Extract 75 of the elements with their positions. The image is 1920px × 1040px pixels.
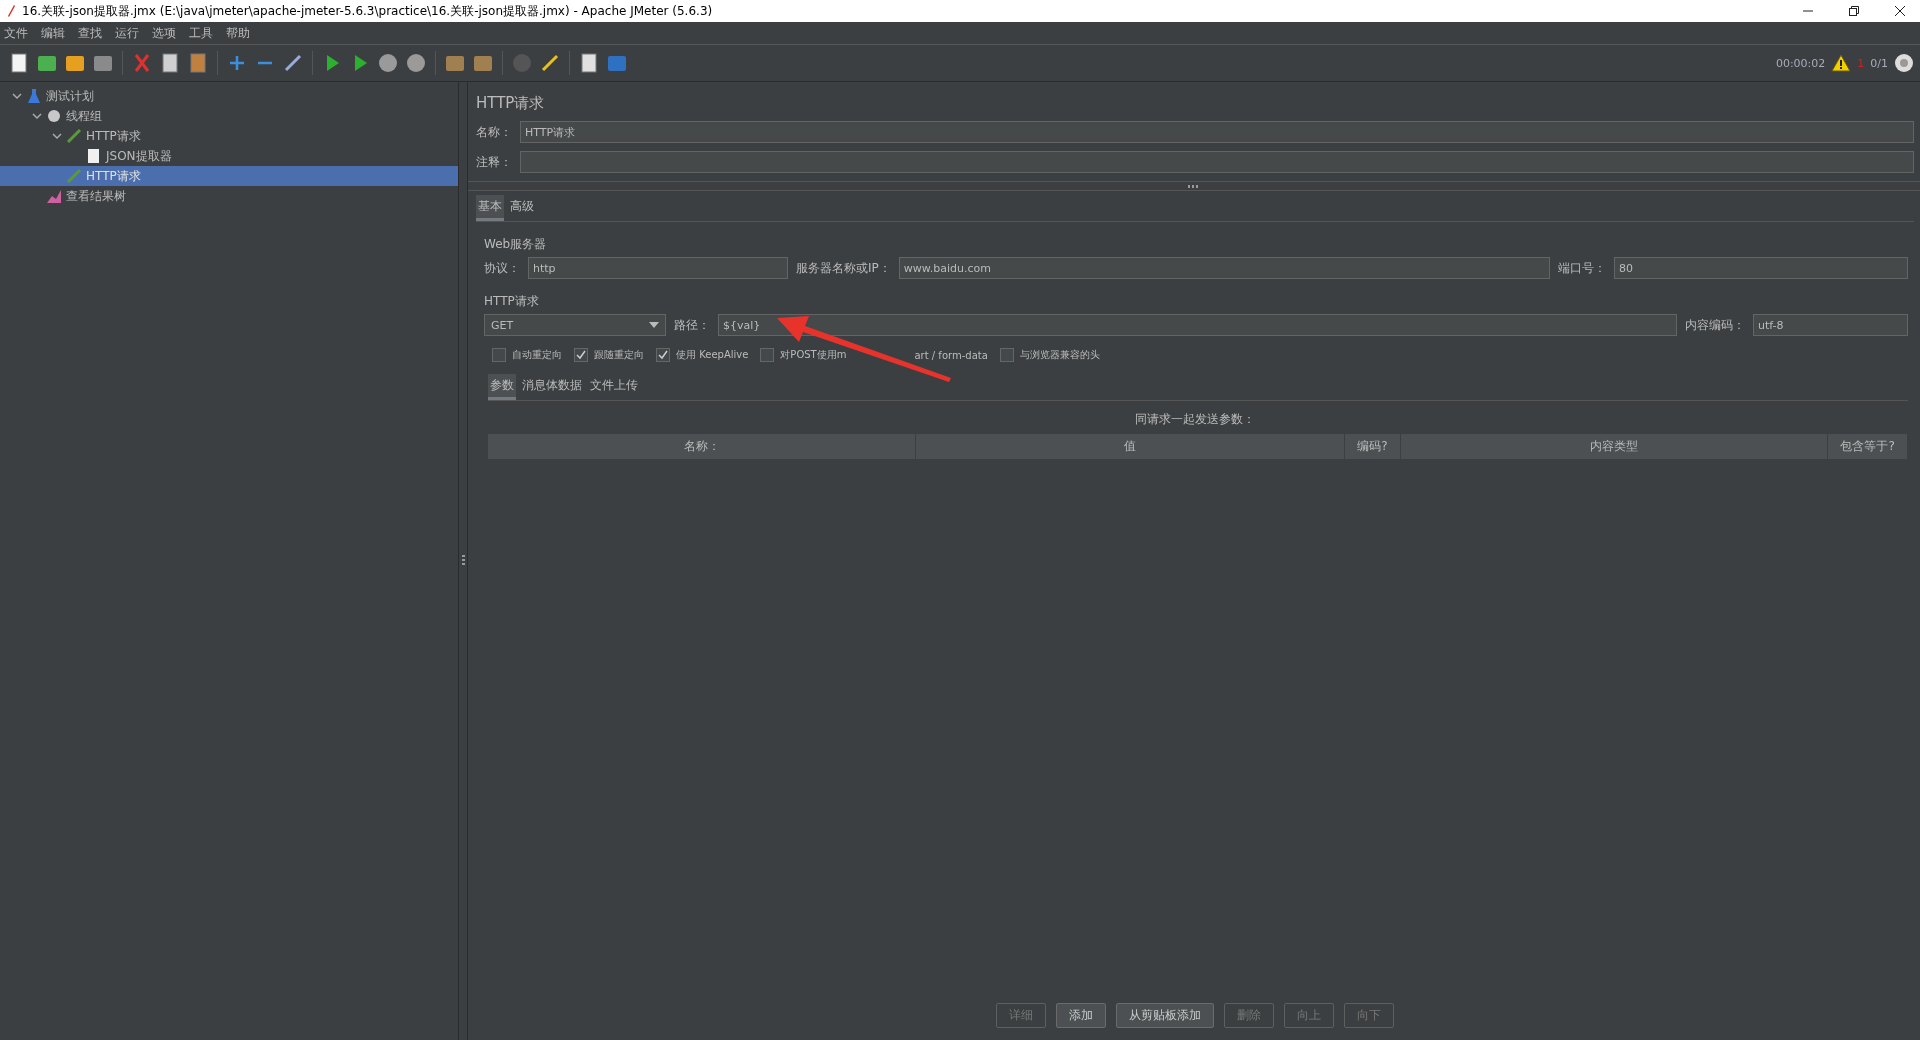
dropdown-caret-icon <box>649 322 659 328</box>
column-header[interactable]: 内容类型 <box>1400 434 1829 459</box>
group-title: Web服务器 <box>484 236 547 253</box>
column-header[interactable]: 包含等于? <box>1828 434 1908 459</box>
thread-count: 0/1 <box>1870 56 1888 70</box>
expand-chevron-icon[interactable] <box>52 132 62 140</box>
tree-item[interactable]: HTTP请求 <box>86 167 141 185</box>
tab[interactable]: 参数 <box>488 374 516 400</box>
path-field[interactable]: ${val} <box>718 314 1677 336</box>
table-caption: 同请求一起发送参数： <box>1134 411 1256 428</box>
checkbox[interactable] <box>656 348 670 362</box>
field-label: 端口号： <box>1558 259 1606 277</box>
shutdown-icon[interactable] <box>405 52 427 74</box>
new-file-icon[interactable] <box>8 52 30 74</box>
encoding-field[interactable]: utf-8 <box>1753 314 1908 336</box>
menu-item[interactable]: 工具 <box>189 24 213 42</box>
method-dropdown[interactable]: GET <box>484 314 666 336</box>
server-field[interactable]: www.baidu.com <box>898 257 1550 279</box>
plan-node-icon <box>26 88 42 104</box>
panel-title: HTTP请求 <box>476 93 546 114</box>
close-icon[interactable] <box>1894 5 1906 17</box>
menu-item[interactable]: 选项 <box>152 24 176 42</box>
tab[interactable]: 高级 <box>508 195 536 221</box>
checkbox-label: 使用 KeepAlive <box>676 348 749 362</box>
comment-field[interactable] <box>520 151 1914 173</box>
column-header[interactable]: 编码? <box>1344 434 1401 459</box>
menu-item[interactable]: 运行 <box>115 24 139 42</box>
menu-item[interactable]: 查找 <box>78 24 102 42</box>
copy-icon[interactable] <box>159 52 181 74</box>
checkbox[interactable] <box>760 348 775 362</box>
checkbox-label: 跟随重定向 <box>594 348 644 362</box>
port-field[interactable]: 80 <box>1614 257 1908 279</box>
field-label: 内容编码： <box>1685 316 1745 334</box>
tab[interactable]: 基本 <box>476 195 504 221</box>
window-title: 16.关联-json提取器.jmx (E:\java\jmeter\apache-jmeter-5.6.3\practice\16.关联-json提取器.jmx) - Apache JMeter (5.6.3) <box>22 2 713 20</box>
checkbox[interactable] <box>999 348 1014 362</box>
expand-chevron-icon[interactable] <box>12 92 22 100</box>
tab[interactable]: 文件上传 <box>588 374 640 400</box>
splitter-handle[interactable] <box>461 555 465 567</box>
checkbox-label: 自动重定向 <box>512 348 562 362</box>
checkbox[interactable] <box>492 348 506 362</box>
extractor-node-icon <box>86 148 102 164</box>
column-header[interactable]: 值 <box>916 434 1345 459</box>
tree-item[interactable]: 线程组 <box>66 107 102 125</box>
column-header[interactable]: 名称： <box>488 434 917 459</box>
action-button[interactable]: 从剪贴板添加 <box>1116 1003 1214 1028</box>
protocol-field[interactable]: http <box>528 257 788 279</box>
menu-item[interactable]: 帮助 <box>226 24 250 42</box>
field-label: 服务器名称或IP： <box>796 259 891 277</box>
tree-item[interactable]: 查看结果树 <box>66 187 126 205</box>
checkbox-label: 对POST使用m <box>780 348 847 362</box>
tree-item[interactable]: JSON提取器 <box>106 147 172 165</box>
menu-item[interactable]: 编辑 <box>41 24 65 42</box>
field-label: 协议： <box>484 259 520 277</box>
warning-icon[interactable] <box>1831 54 1852 72</box>
field-label: 注释： <box>476 153 512 171</box>
checkbox-label: 与浏览器兼容的头 <box>1019 348 1100 362</box>
expand-chevron-icon[interactable] <box>32 112 42 120</box>
group-title: HTTP请求 <box>484 293 539 310</box>
warning-count: 1 <box>1857 56 1865 70</box>
stop-icon[interactable] <box>377 52 399 74</box>
tree-item[interactable]: 测试计划 <box>46 87 94 105</box>
paste-icon[interactable] <box>187 52 209 74</box>
action-button[interactable]: 添加 <box>1056 1003 1106 1028</box>
field-label: 名称： <box>476 123 512 141</box>
checkbox[interactable] <box>574 348 588 362</box>
tab[interactable]: 消息体数据 <box>520 374 584 400</box>
menu-item[interactable]: 文件 <box>4 24 28 42</box>
splitter-handle[interactable] <box>1188 184 1200 188</box>
checkbox-label: art / form-data <box>914 349 988 361</box>
field-label: 路径： <box>674 316 710 334</box>
restore-icon[interactable] <box>1848 5 1860 17</box>
elapsed-time: 00:00:02 <box>1775 56 1826 70</box>
name-field[interactable]: HTTP请求 <box>520 121 1914 143</box>
tree-item[interactable]: HTTP请求 <box>86 127 141 145</box>
